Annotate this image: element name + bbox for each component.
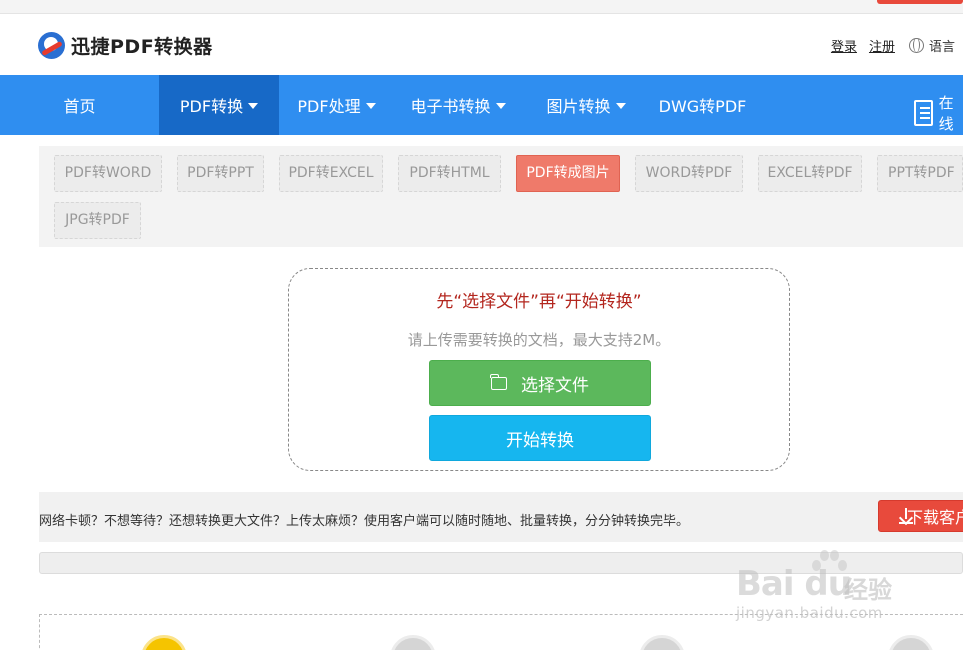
- subnav-item-jpg-to-pdf[interactable]: JPG转PDF: [54, 202, 141, 239]
- client-promo-bar: 网络卡顿？不想等待？还想转换更大文件？上传太麻烦？使用客户端可以随时随地、批量转…: [39, 492, 963, 542]
- subnav-item-word-to-pdf[interactable]: WORD转PDF: [635, 155, 743, 192]
- chevron-down-icon: [248, 103, 259, 109]
- start-convert-button[interactable]: 开始转换: [429, 415, 651, 461]
- choose-file-button[interactable]: 选择文件: [429, 360, 651, 406]
- nav-item-pdf-convert[interactable]: PDF转换: [159, 75, 279, 135]
- subnav-item-pdf-to-image[interactable]: PDF转成图片: [516, 155, 620, 192]
- steps-section: [39, 614, 963, 650]
- language-link[interactable]: 语言: [929, 36, 955, 55]
- subnav-item-pdf-to-ppt[interactable]: PDF转PPT: [177, 155, 264, 192]
- logo-text: 迅捷PDF转换器: [71, 36, 213, 58]
- upload-area[interactable]: 先“选择文件”再“开始转换” 请上传需要转换的文档，最大支持2M。 选择文件 开…: [288, 268, 790, 471]
- step-indicator: [141, 635, 187, 650]
- document-icon: [914, 100, 933, 126]
- chevron-down-icon: [615, 103, 626, 109]
- subnav-item-pdf-to-excel[interactable]: PDF转EXCEL: [279, 155, 383, 192]
- chevron-down-icon: [365, 103, 376, 109]
- nav-online-link[interactable]: 在线: [914, 92, 963, 134]
- upload-hint: 请上传需要转换的文档，最大支持2M。: [407, 331, 671, 349]
- nav-item-pdf-process[interactable]: PDF处理: [279, 75, 394, 135]
- nav-item-label: 首页: [63, 97, 96, 116]
- nav-item-label: PDF处理: [297, 97, 361, 116]
- subnav-item-pdf-to-word[interactable]: PDF转WORD: [54, 155, 162, 192]
- step-indicator: [888, 635, 934, 650]
- logo-icon: [38, 32, 65, 59]
- register-link[interactable]: 注册: [869, 36, 895, 55]
- nav-item-label: PDF转换: [179, 97, 244, 116]
- nav-item-image-convert[interactable]: 图片转换: [522, 75, 650, 135]
- site-header: 迅捷PDF转换器 登录 注册 语言: [0, 14, 963, 75]
- top-red-tab[interactable]: [877, 0, 963, 4]
- conversion-progress-bar: [39, 552, 963, 574]
- choose-file-label: 选择文件: [521, 375, 589, 396]
- step-indicator: [639, 635, 685, 650]
- download-client-label: 下载客户端: [907, 508, 963, 527]
- step-indicator: [390, 635, 436, 650]
- globe-icon: [908, 38, 924, 53]
- promo-text: 网络卡顿？不想等待？还想转换更大文件？上传太麻烦？使用客户端可以随时随地、批量转…: [39, 514, 690, 529]
- site-logo[interactable]: 迅捷PDF转换器: [38, 32, 213, 59]
- subnav-item-ppt-to-pdf[interactable]: PPT转PDF: [877, 155, 963, 192]
- upload-title: 先“选择文件”再“开始转换”: [436, 292, 642, 312]
- nav-item-label: 电子书转换: [410, 97, 491, 116]
- conversion-subnav: PDF转WORD PDF转PPT PDF转EXCEL PDF转HTML PDF转…: [39, 146, 963, 247]
- top-strip: [0, 0, 963, 14]
- nav-item-home[interactable]: 首页: [0, 75, 159, 135]
- chevron-down-icon: [495, 103, 506, 109]
- start-convert-label: 开始转换: [506, 430, 574, 451]
- nav-item-label: 图片转换: [546, 97, 611, 116]
- folder-icon: [490, 373, 507, 390]
- nav-online-label: 在线: [938, 94, 954, 133]
- nav-item-label: DWG转PDF: [658, 97, 747, 116]
- download-client-button[interactable]: 下载客户端: [878, 500, 963, 532]
- watermark-brand-cn: 经验: [844, 576, 892, 604]
- header-links: 登录 注册 语言: [819, 36, 955, 55]
- main-nav: 首页 PDF转换 PDF处理 电子书转换 图片转换 DWG转PDF 在线: [0, 75, 963, 135]
- subnav-item-excel-to-pdf[interactable]: EXCEL转PDF: [758, 155, 862, 192]
- nav-item-ebook-convert[interactable]: 电子书转换: [394, 75, 522, 135]
- login-link[interactable]: 登录: [831, 36, 857, 55]
- nav-item-dwg-to-pdf[interactable]: DWG转PDF: [650, 75, 755, 135]
- subnav-item-pdf-to-html[interactable]: PDF转HTML: [398, 155, 501, 192]
